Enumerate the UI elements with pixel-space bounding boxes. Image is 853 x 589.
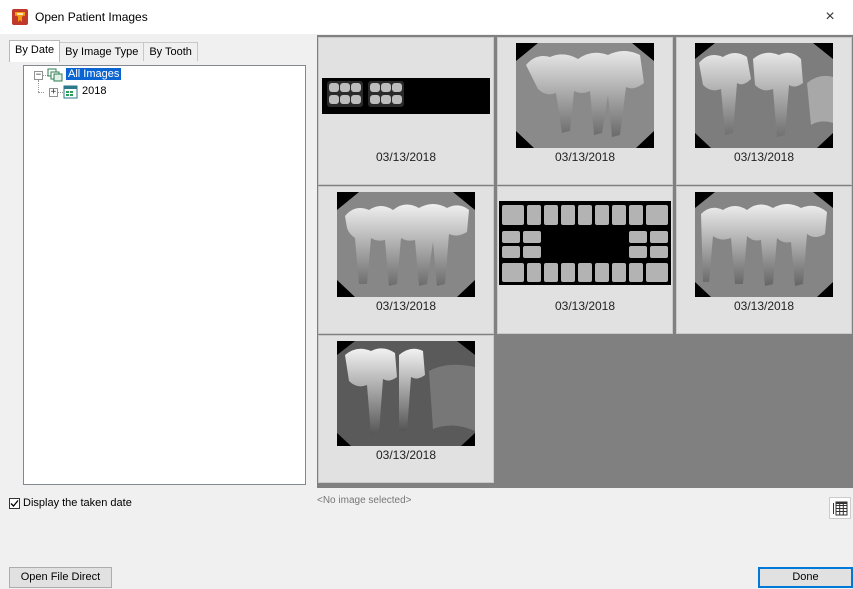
thumbnail-cell[interactable]: 03/13/2018 xyxy=(676,186,852,334)
checkbox-box[interactable] xyxy=(9,497,20,509)
expand-2018-icon[interactable]: + xyxy=(49,88,58,97)
checkmark-icon xyxy=(10,499,19,507)
tree-item-2018[interactable]: 2018 xyxy=(82,85,106,97)
calendar-images-icon xyxy=(63,85,78,99)
tab-by-date[interactable]: By Date xyxy=(9,40,61,62)
close-button[interactable]: × xyxy=(807,0,853,34)
display-taken-date-checkbox[interactable]: Display the taken date xyxy=(9,497,132,509)
bitewing-series-image xyxy=(322,78,490,114)
thumbnail-date: 03/13/2018 xyxy=(733,150,795,164)
close-icon[interactable]: × xyxy=(825,8,834,26)
periapical-xray-image xyxy=(337,192,475,297)
thumbnail-cell[interactable]: 03/13/2018 xyxy=(497,37,673,185)
thumbnail-date: 03/13/2018 xyxy=(375,448,437,462)
checkbox-label[interactable]: Display the taken date xyxy=(23,497,132,509)
thumbnail-cell[interactable]: 03/13/2018 xyxy=(318,37,494,185)
done-button[interactable]: Done xyxy=(758,567,853,588)
thumbnail-cell[interactable]: 03/13/2018 xyxy=(318,186,494,334)
thumbnail-cell[interactable]: 03/13/2018 xyxy=(318,335,494,483)
thumbnail-grid[interactable]: 03/13/2018 03/13/2018 03/13/2018 03/13/2… xyxy=(317,35,853,488)
tab-strip: By Date By Image Type By Tooth xyxy=(9,40,198,62)
image-stack-icon xyxy=(47,68,63,82)
grid-view-icon xyxy=(833,501,848,516)
periapical-xray-image xyxy=(516,43,654,148)
periapical-xray-image xyxy=(695,192,833,297)
tab-by-tooth[interactable]: By Tooth xyxy=(143,42,198,61)
image-tree[interactable]: − All Images + 2018 xyxy=(23,65,306,485)
tab-by-image-type[interactable]: By Image Type xyxy=(59,42,145,61)
open-file-direct-button[interactable]: Open File Direct xyxy=(9,567,112,588)
thumbnail-cell[interactable]: 03/13/2018 xyxy=(497,186,673,334)
periapical-xray-image xyxy=(695,43,833,148)
thumbnail-date: 03/13/2018 xyxy=(554,299,616,313)
window-title: Open Patient Images xyxy=(35,10,148,24)
full-mouth-series-image xyxy=(499,201,671,285)
thumbnail-date: 03/13/2018 xyxy=(375,299,437,313)
collapse-all-images-icon[interactable]: − xyxy=(34,71,43,80)
dental-app-icon xyxy=(12,9,28,25)
view-mode-button[interactable] xyxy=(829,497,851,519)
thumbnail-cell[interactable]: 03/13/2018 xyxy=(676,37,852,185)
thumbnail-date: 03/13/2018 xyxy=(733,299,795,313)
selection-status: <No image selected> xyxy=(317,495,412,506)
title-bar: Open Patient Images × xyxy=(0,0,853,34)
tree-item-all-images[interactable]: All Images xyxy=(66,68,122,80)
thumbnail-date: 03/13/2018 xyxy=(554,150,616,164)
periapical-xray-image xyxy=(337,341,475,446)
thumbnail-date: 03/13/2018 xyxy=(375,150,437,164)
